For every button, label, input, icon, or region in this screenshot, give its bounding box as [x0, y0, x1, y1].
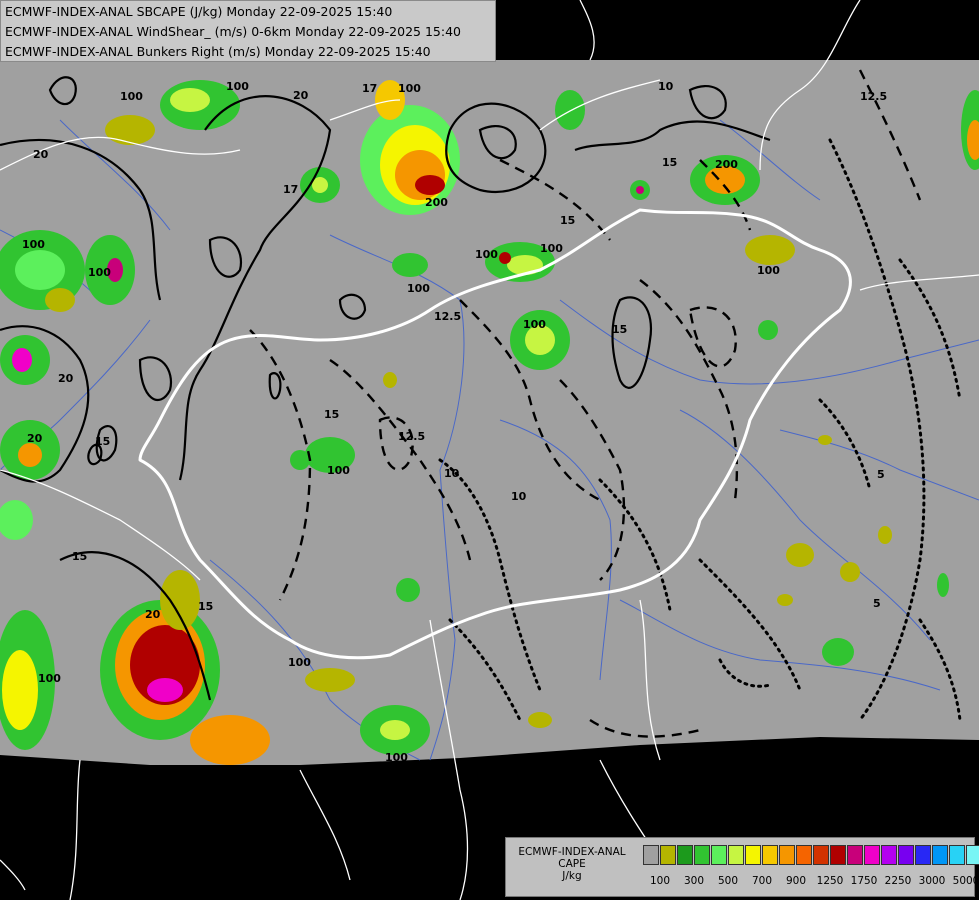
title-box: ECMWF-INDEX-ANAL SBCAPE (J/kg) Monday 22… [0, 0, 496, 62]
cape-label: 100 [475, 248, 498, 261]
legend-tick-label: 100 [649, 875, 671, 887]
cape-label: 100 [523, 318, 546, 331]
legend-swatch [915, 845, 931, 865]
legend-model-name: ECMWF-INDEX-ANAL [518, 846, 626, 858]
legend-swatch [694, 845, 710, 865]
bunkers-label: 15 [198, 600, 213, 613]
cape-legend: ECMWF-INDEX-ANAL CAPE J/kg 100 300 500 700 9… [505, 837, 979, 897]
shear-label: 15 [324, 408, 339, 421]
shear-label: 5 [877, 468, 885, 481]
shear-label: 10 [511, 490, 527, 503]
cape-label: 100 [38, 672, 61, 685]
legend-swatch [643, 845, 659, 865]
legend-variable-name: CAPE [558, 858, 586, 870]
shear-label: 15 [612, 323, 627, 336]
legend-tick-label: 3000 [918, 875, 946, 887]
bunkers-label: 12.5 [434, 310, 461, 323]
shear-label: 15 [72, 550, 87, 563]
shear-label: 20 [27, 432, 43, 445]
legend-tick-label: 700 [751, 875, 773, 887]
cape-label: 200 [715, 158, 738, 171]
shear-label: 5 [873, 597, 881, 610]
legend-tick-label: 1250 [816, 875, 844, 887]
legend-swatch [932, 845, 948, 865]
cape-label: 100 [120, 90, 143, 103]
legend-tick-label: 500 [717, 875, 739, 887]
shear-label: 17 [283, 183, 298, 196]
legend-swatch [677, 845, 693, 865]
shear-label: 20 [293, 89, 309, 102]
legend-swatch [881, 845, 897, 865]
legend-swatch [830, 845, 846, 865]
legend-swatch [864, 845, 880, 865]
title-sbcape: ECMWF-INDEX-ANAL SBCAPE (J/kg) Monday 22… [5, 4, 393, 19]
cape-label: 100 [757, 264, 780, 277]
legend-title: ECMWF-INDEX-ANAL CAPE J/kg [506, 846, 638, 882]
title-windshear: ECMWF-INDEX-ANAL WindShear_ (m/s) 0-6km … [5, 24, 461, 39]
legend-tick-label: 5000 [952, 875, 979, 887]
cape-label: 100 [226, 80, 249, 93]
legend-swatch [728, 845, 744, 865]
cape-label: 100 [288, 656, 311, 669]
bunkers-label: 10 [658, 80, 674, 93]
shear-label: 15 [662, 156, 677, 169]
cape-label: 100 [327, 464, 350, 477]
cape-label: 100 [385, 751, 408, 764]
shear-label: 20 [58, 372, 74, 385]
cape-label: 200 [425, 196, 448, 209]
legend-swatch [779, 845, 795, 865]
cape-label: 100 [407, 282, 430, 295]
cape-label: 100 [22, 238, 45, 251]
shear-label: 12.5 [398, 430, 425, 443]
legend-swatch [762, 845, 778, 865]
legend-tick-label: 1750 [850, 875, 878, 887]
cape-label: 100 [88, 266, 111, 279]
legend-swatch [745, 845, 761, 865]
legend-tick-label: 2250 [884, 875, 912, 887]
legend-swatch [813, 845, 829, 865]
weather-map: 100 100 100 100 100 100 100 100 100 100 … [0, 0, 979, 900]
shear-label: 20 [33, 148, 49, 161]
legend-swatch [898, 845, 914, 865]
legend-swatch [660, 845, 676, 865]
legend-swatch [949, 845, 965, 865]
bunkers-label: 12.5 [860, 90, 887, 103]
shear-label: 15 [95, 435, 110, 448]
legend-swatch [796, 845, 812, 865]
shear-label: 10 [747, 747, 763, 760]
shear-label: 17 [362, 82, 377, 95]
shear-label: 15 [560, 214, 575, 227]
shear-label: 10 [444, 467, 460, 480]
shear-label: 20 [145, 608, 161, 621]
cape-label: 100 [398, 82, 421, 95]
legend-tick-label: 900 [785, 875, 807, 887]
legend-swatch [711, 845, 727, 865]
title-bunkers: ECMWF-INDEX-ANAL Bunkers Right (m/s) Mon… [5, 44, 431, 59]
legend-swatch [847, 845, 863, 865]
legend-color-scale [643, 845, 979, 865]
legend-swatch [966, 845, 979, 865]
legend-unit: J/kg [562, 870, 582, 882]
cape-label: 100 [540, 242, 563, 255]
legend-tick-label: 300 [683, 875, 705, 887]
